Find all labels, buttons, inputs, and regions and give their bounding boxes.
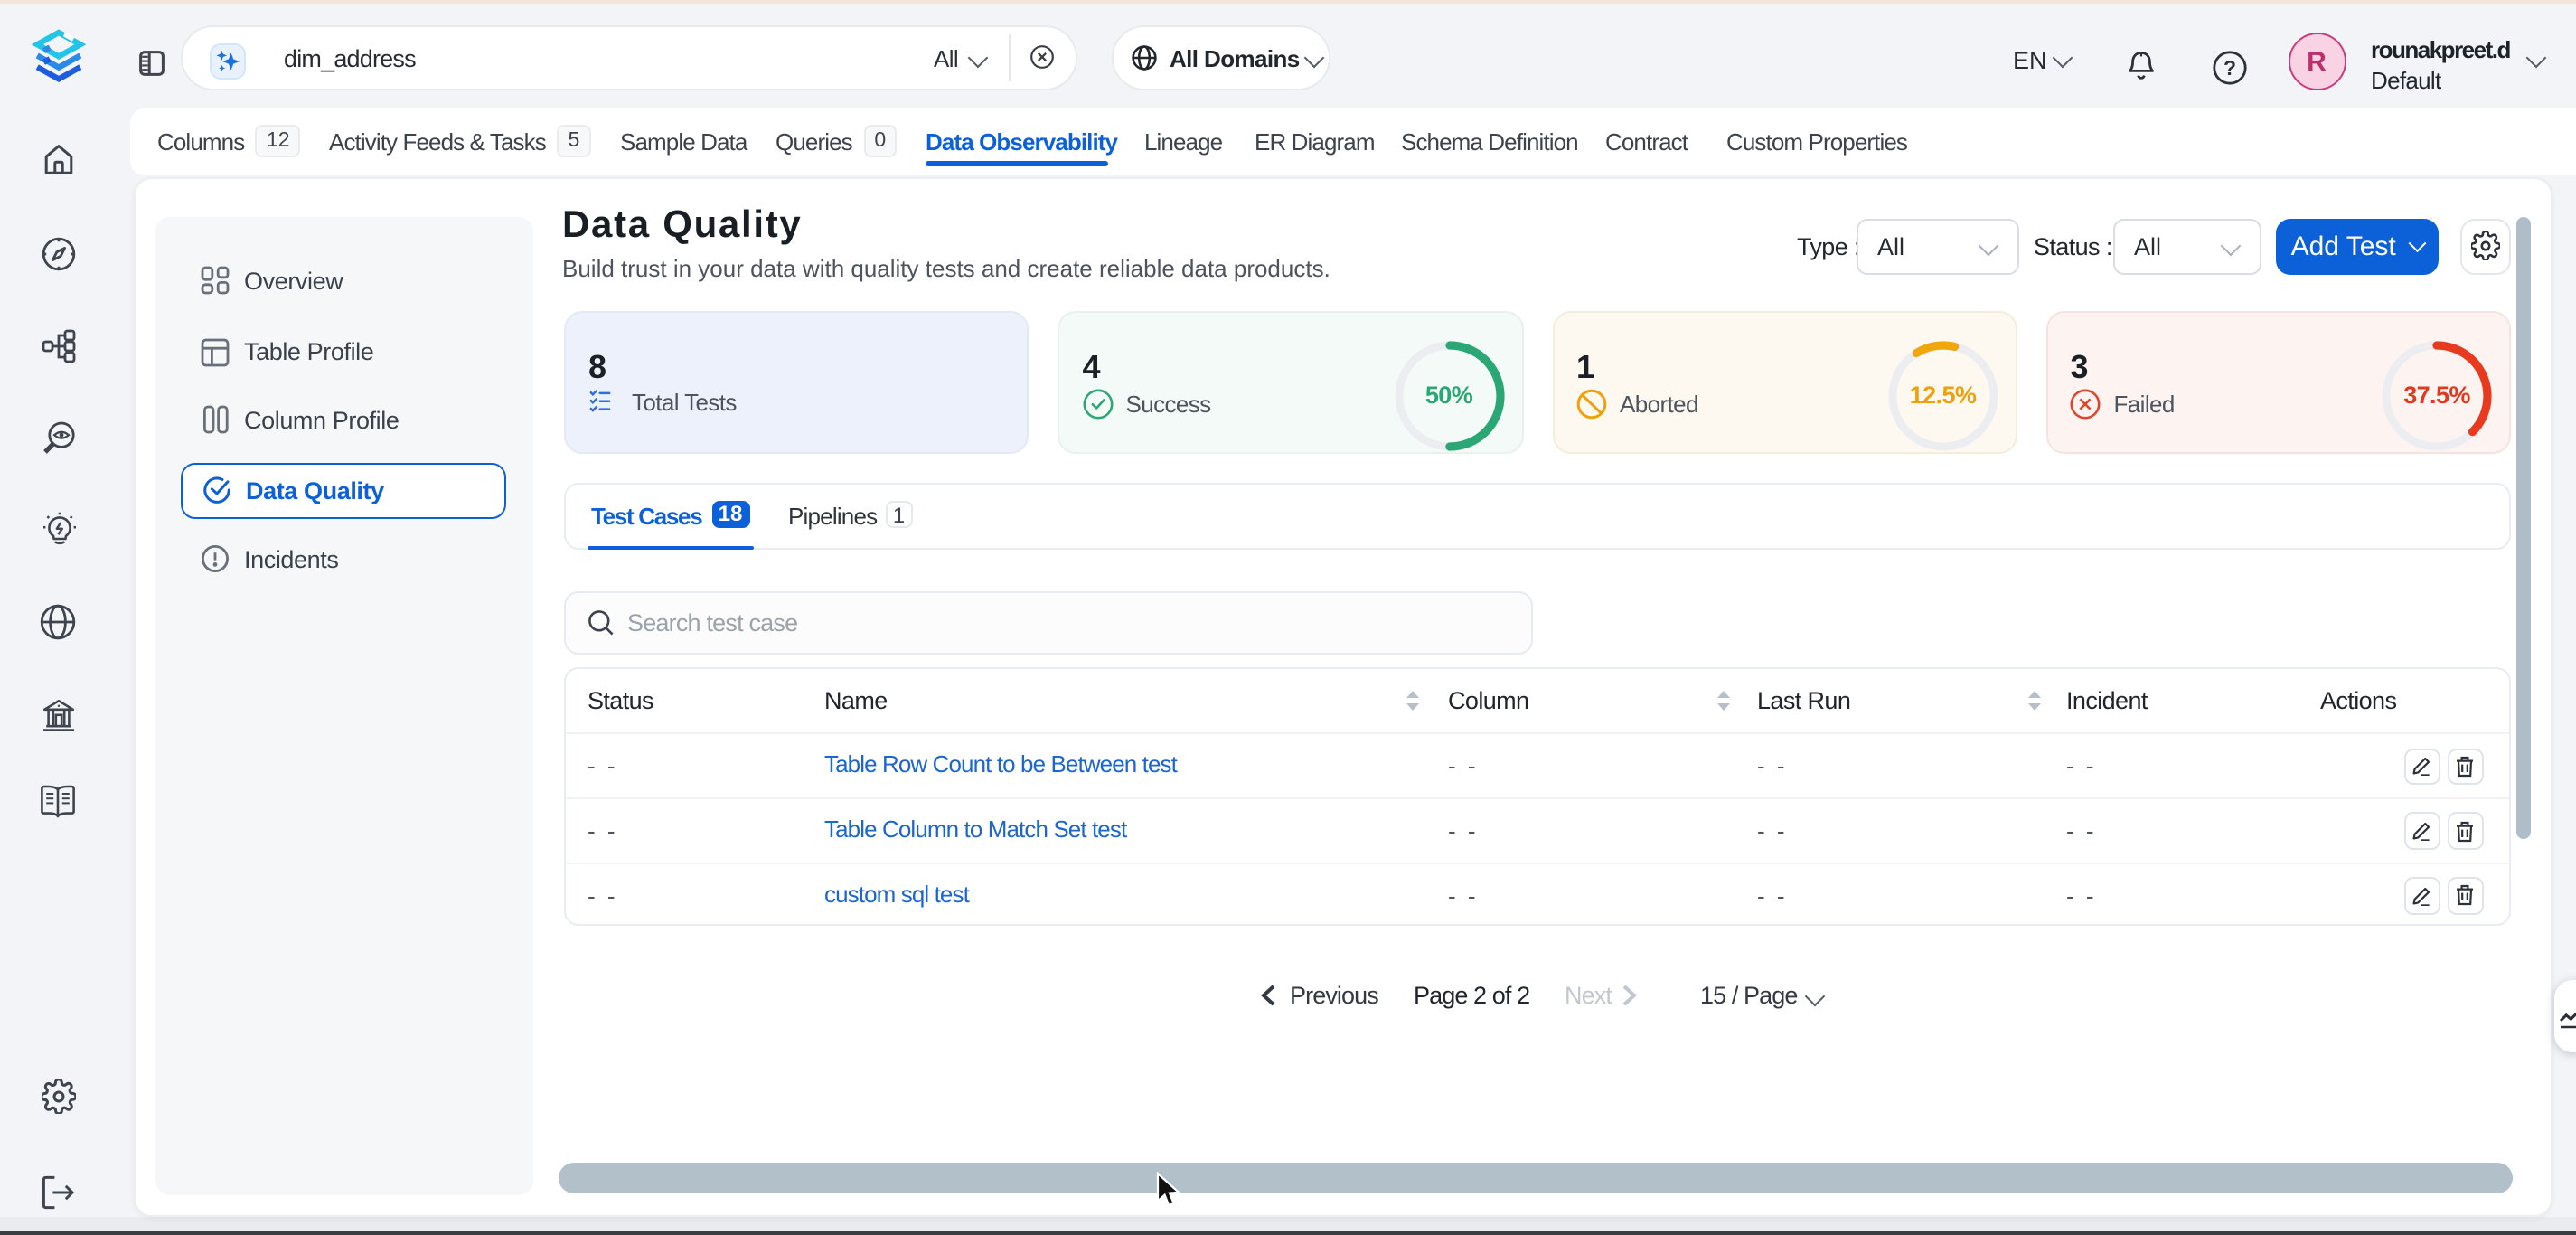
- svg-text:?: ?: [2223, 55, 2236, 79]
